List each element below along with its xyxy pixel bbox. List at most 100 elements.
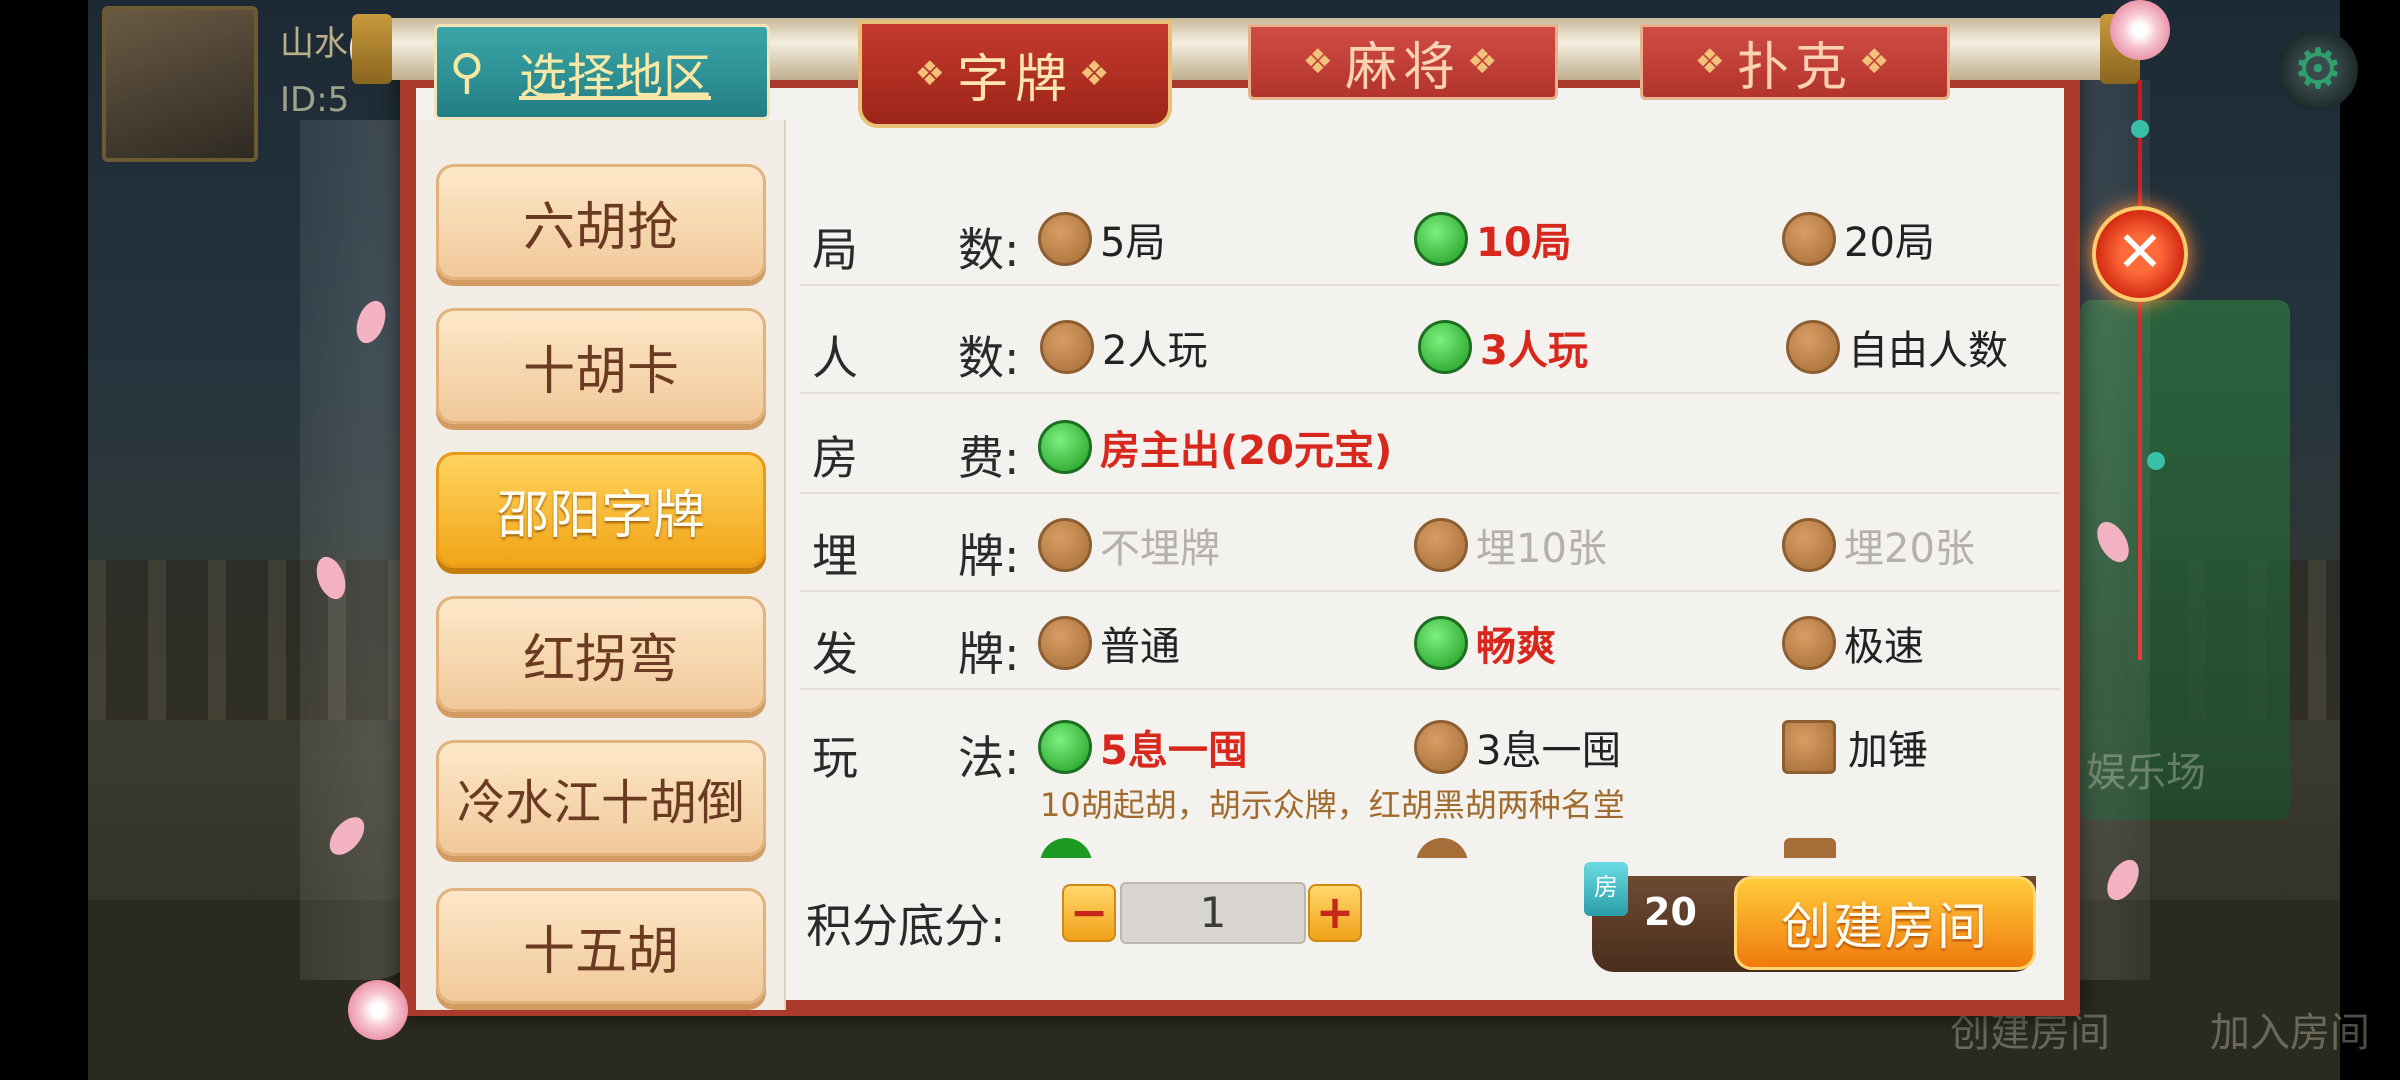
setting-label: 房: [812, 431, 858, 485]
ornament-icon: ❖: [1302, 42, 1339, 82]
setting-label: 法:: [958, 731, 1020, 785]
radio-option[interactable]: 极速: [1782, 614, 1924, 672]
setting-label: 数:: [958, 223, 1020, 277]
tassel-string: [2138, 80, 2142, 660]
radio-icon: [1038, 720, 1092, 774]
radio-icon: [1038, 420, 1092, 474]
radio-icon: [1782, 212, 1836, 266]
option-label: 3息一囤: [1476, 728, 1622, 774]
setting-label: 发: [812, 627, 858, 681]
option-label: 畅爽: [1476, 624, 1556, 670]
option-label: 2人玩: [1102, 328, 1208, 374]
ornament-icon: ❖: [914, 54, 951, 94]
player-id: ID:5: [280, 80, 350, 120]
ornament-icon: ❖: [1859, 42, 1896, 82]
setting-row-fee: 房 费: 房主出(20元宝): [800, 396, 2060, 494]
setting-row-rounds: 局 数: 5局 10局 20局: [800, 188, 2060, 286]
tab-label: 扑克: [1736, 37, 1853, 98]
close-icon[interactable]: ✕: [2092, 206, 2188, 302]
radio-icon: [1782, 616, 1836, 670]
radio-option-disabled: 不埋牌: [1038, 516, 1220, 574]
blossom-icon: [348, 980, 408, 1040]
radio-option-selected[interactable]: 5息一囤: [1038, 718, 1248, 776]
location-pin-icon: ⚲: [449, 44, 485, 100]
radio-option-disabled: 埋20张: [1782, 516, 1975, 574]
bead-icon: [2131, 120, 2149, 138]
radio-icon: [1038, 518, 1092, 572]
setting-row-bury: 埋 牌: 不埋牌 埋10张 埋20张: [800, 494, 2060, 592]
setting-label: 费:: [958, 431, 1020, 485]
setting-label: 人: [812, 331, 858, 385]
scroll-rod-cap-left: [352, 14, 392, 84]
room-card-icon: 房: [1584, 862, 1628, 916]
radio-icon: [1414, 212, 1468, 266]
setting-row-players: 人 数: 2人玩 3人玩 自由人数: [800, 296, 2060, 394]
checkbox-icon: [1784, 838, 1836, 858]
radio-icon: [1782, 518, 1836, 572]
blossom-icon: [2110, 0, 2170, 60]
radio-icon: [1786, 320, 1840, 374]
option-label: 5局: [1100, 220, 1166, 266]
option-label: 20局: [1844, 220, 1935, 266]
setting-label: 局: [812, 223, 858, 277]
tab-zipai[interactable]: ❖ 字牌 ❖: [858, 20, 1172, 128]
setting-label: 牌:: [958, 627, 1020, 681]
radio-icon: [1414, 616, 1468, 670]
game-item[interactable]: 红拐弯: [436, 596, 766, 712]
tab-label: 字牌: [956, 49, 1073, 110]
setting-label: 埋: [812, 529, 858, 583]
region-selector-button[interactable]: ⚲ 选择地区: [434, 24, 770, 120]
tab-poker[interactable]: ❖ 扑克 ❖: [1640, 24, 1950, 100]
radio-option-selected[interactable]: 房主出(20元宝): [1038, 418, 1392, 476]
option-label: 极速: [1844, 624, 1924, 670]
radio-option[interactable]: 20局: [1782, 210, 1935, 268]
radio-option-selected[interactable]: 畅爽: [1414, 614, 1556, 672]
base-score-value[interactable]: 1: [1120, 882, 1306, 944]
option-label: 埋20张: [1844, 526, 1975, 572]
score-decrease-button[interactable]: −: [1062, 884, 1116, 942]
radio-option[interactable]: 普通: [1038, 614, 1180, 672]
radio-icon: [1038, 212, 1092, 266]
setting-label: 数:: [958, 331, 1020, 385]
radio-option-selected[interactable]: 3人玩: [1418, 318, 1588, 376]
bead-icon: [2147, 452, 2165, 470]
game-item-selected[interactable]: 邵阳字牌: [436, 452, 766, 568]
base-score-label: 积分底分:: [806, 899, 1006, 953]
setting-label: 牌:: [958, 529, 1020, 583]
create-room-button[interactable]: 创建房间: [1734, 876, 2036, 970]
checkbox-option[interactable]: 加锤: [1782, 718, 1928, 776]
room-cost-value: 20: [1644, 890, 1697, 934]
radio-icon: [1038, 616, 1092, 670]
settings-gear-icon[interactable]: ⚙: [2278, 30, 2358, 110]
game-item[interactable]: 十五胡: [436, 888, 766, 1004]
radio-icon: [1418, 320, 1472, 374]
radio-option-disabled: 埋10张: [1414, 516, 1607, 574]
tab-label: 麻将: [1344, 37, 1461, 98]
game-item[interactable]: 冷水江十胡倒: [436, 740, 766, 856]
player-name: 山水: [280, 24, 348, 64]
radio-option[interactable]: 自由人数: [1786, 318, 2008, 376]
option-label: 加锤: [1848, 728, 1928, 774]
option-label: 3人玩: [1480, 328, 1588, 374]
radio-option[interactable]: 2人玩: [1040, 318, 1207, 376]
option-label: 自由人数: [1848, 328, 2008, 374]
option-label: 埋10张: [1476, 526, 1607, 572]
checkbox-icon: [1782, 720, 1836, 774]
radio-icon: [1414, 518, 1468, 572]
tab-majiang[interactable]: ❖ 麻将 ❖: [1248, 24, 1558, 100]
radio-option[interactable]: 3息一囤: [1414, 718, 1621, 776]
game-item[interactable]: 十胡卡: [436, 308, 766, 424]
radio-option-selected[interactable]: 10局: [1414, 210, 1572, 268]
radio-icon: [1040, 838, 1092, 858]
option-label: 不埋牌: [1100, 526, 1220, 572]
radio-icon: [1040, 320, 1094, 374]
score-increase-button[interactable]: +: [1308, 884, 1362, 942]
clipped-options-row: [1040, 834, 2040, 858]
player-avatar[interactable]: [102, 6, 258, 162]
radio-option[interactable]: 5局: [1038, 210, 1165, 268]
setting-label: 玩: [812, 731, 858, 785]
game-item[interactable]: 六胡抢: [436, 164, 766, 280]
bg-join-room-label[interactable]: 加入房间: [2210, 1000, 2370, 1058]
game-list: 六胡抢 十胡卡 邵阳字牌 红拐弯 冷水江十胡倒 十五胡: [416, 120, 786, 1010]
option-label: 房主出(20元宝): [1100, 428, 1393, 474]
